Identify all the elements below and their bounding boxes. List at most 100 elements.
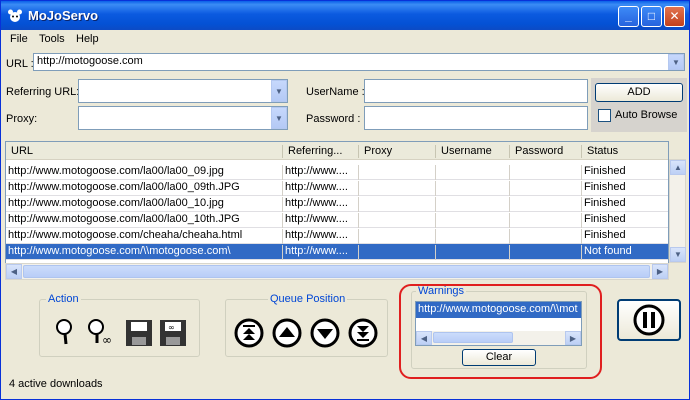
cell-url: http://www.motogoose.com/la00/la00_10.jp… — [6, 197, 283, 212]
svg-text:∞: ∞ — [102, 333, 112, 346]
cell-status: Finished — [582, 213, 668, 228]
cell-pass — [510, 213, 582, 228]
add-panel: ADD Auto Browse — [591, 78, 687, 132]
minimize-button[interactable]: _ — [618, 6, 639, 27]
cell-ref: http://www.... — [283, 197, 359, 212]
action-group: Action ∞ ∞ — [39, 293, 200, 357]
table-row[interactable]: http://www.motogoose.com/la00/la00_10.jp… — [6, 196, 668, 212]
downloads-table: URL Referring... Proxy Username Password… — [5, 141, 669, 265]
pause-icon — [633, 304, 665, 336]
pause-button[interactable] — [617, 299, 681, 341]
cell-user — [436, 197, 510, 212]
cell-ref: http://www.... — [283, 229, 359, 244]
svg-text:∞: ∞ — [168, 323, 175, 332]
cell-status: Finished — [582, 197, 668, 212]
cell-user — [436, 165, 510, 180]
app-logo-icon — [8, 9, 22, 22]
cell-pass — [510, 197, 582, 212]
url-value: http://motogoose.com — [37, 55, 143, 67]
auto-browse-label: Auto Browse — [615, 109, 678, 121]
referring-url-label: Referring URL: — [6, 86, 80, 98]
window-title: MoJoServo — [28, 8, 99, 23]
cell-user — [436, 181, 510, 196]
username-label: UserName : — [306, 86, 365, 98]
cell-pass — [510, 245, 582, 260]
cell-status: Finished — [582, 229, 668, 244]
proxy-input[interactable]: ▼ — [78, 106, 288, 130]
auto-browse-checkbox[interactable] — [598, 109, 611, 122]
maximize-button[interactable]: □ — [641, 6, 662, 27]
close-button[interactable]: ✕ — [664, 6, 685, 27]
scroll-right-icon[interactable]: ▶ — [652, 264, 668, 279]
url-label: URL : — [6, 58, 34, 70]
menu-bar: File Tools Help — [1, 30, 689, 49]
referring-url-input[interactable]: ▼ — [78, 79, 288, 103]
menu-help[interactable]: Help — [76, 33, 99, 45]
cell-status: Not found — [582, 245, 668, 260]
cell-proxy — [359, 181, 436, 196]
cell-url: http://www.motogoose.com/\\motogoose.com… — [6, 245, 283, 260]
column-header-url[interactable]: URL — [6, 145, 283, 158]
cell-ref: http://www.... — [283, 181, 359, 196]
move-bottom-icon[interactable] — [348, 318, 378, 348]
cell-pass — [510, 181, 582, 196]
cell-ref: http://www.... — [283, 245, 359, 260]
username-input[interactable] — [364, 79, 588, 103]
queue-position-title: Queue Position — [268, 293, 348, 305]
table-row[interactable]: http://www.motogoose.com/la00/la00_09.jp… — [6, 164, 668, 180]
table-vertical-scrollbar[interactable]: ▲ ▼ — [669, 159, 686, 263]
table-row[interactable]: http://www.motogoose.com/la00/la00_10th.… — [6, 212, 668, 228]
password-input[interactable] — [364, 106, 588, 130]
column-header-proxy[interactable]: Proxy — [359, 145, 436, 158]
magnifier-infinity-icon[interactable]: ∞ — [86, 316, 116, 346]
cell-user — [436, 229, 510, 244]
menu-tools[interactable]: Tools — [39, 33, 65, 45]
warnings-highlight — [399, 284, 602, 379]
cell-proxy — [359, 245, 436, 260]
cell-status: Finished — [582, 181, 668, 196]
scroll-left-icon[interactable]: ◀ — [6, 264, 22, 279]
queue-position-group: Queue Position — [225, 293, 388, 357]
cell-pass — [510, 229, 582, 244]
menu-file[interactable]: File — [10, 33, 28, 45]
cell-proxy — [359, 165, 436, 180]
column-header-password[interactable]: Password — [510, 145, 582, 158]
magnifier-icon[interactable] — [52, 316, 82, 346]
table-horizontal-scrollbar[interactable]: ◀ ▶ — [5, 263, 669, 280]
move-up-icon[interactable] — [272, 318, 302, 348]
column-header-username[interactable]: Username — [436, 145, 510, 158]
referring-dropdown-icon[interactable]: ▼ — [271, 80, 287, 102]
cell-url: http://www.motogoose.com/la00/la00_09.jp… — [6, 165, 283, 180]
cell-url: http://www.motogoose.com/la00/la00_10th.… — [6, 213, 283, 228]
column-header-status[interactable]: Status — [582, 145, 668, 158]
table-row[interactable]: http://www.motogoose.com/\\motogoose.com… — [6, 244, 668, 260]
proxy-dropdown-icon[interactable]: ▼ — [271, 107, 287, 129]
cell-ref: http://www.... — [283, 165, 359, 180]
cell-ref: http://www.... — [283, 213, 359, 228]
move-down-icon[interactable] — [310, 318, 340, 348]
action-group-title: Action — [46, 293, 81, 305]
table-header: URL Referring... Proxy Username Password… — [6, 142, 668, 160]
title-bar[interactable]: MoJoServo _ □ ✕ — [1, 1, 689, 30]
cell-url: http://www.motogoose.com/la00/la00_09th.… — [6, 181, 283, 196]
url-input[interactable]: http://motogoose.com ▼ — [33, 53, 685, 71]
scroll-up-icon[interactable]: ▲ — [670, 160, 686, 175]
column-header-referring[interactable]: Referring... — [283, 145, 359, 158]
add-button[interactable]: ADD — [595, 83, 683, 102]
url-dropdown-icon[interactable]: ▼ — [668, 54, 684, 70]
cell-user — [436, 213, 510, 228]
scroll-down-icon[interactable]: ▼ — [670, 247, 686, 262]
cell-pass — [510, 165, 582, 180]
save-all-icon[interactable]: ∞ — [158, 318, 188, 348]
scroll-thumb[interactable] — [23, 265, 650, 278]
table-row[interactable]: http://www.motogoose.com/cheaha/cheaha.h… — [6, 228, 668, 244]
move-top-icon[interactable] — [234, 318, 264, 348]
save-icon[interactable] — [124, 318, 154, 348]
cell-user — [436, 245, 510, 260]
cell-url: http://www.motogoose.com/cheaha/cheaha.h… — [6, 229, 283, 244]
cell-status: Finished — [582, 165, 668, 180]
cell-proxy — [359, 197, 436, 212]
password-label: Password : — [306, 113, 361, 125]
status-bar-text: 4 active downloads — [9, 378, 103, 390]
table-row[interactable]: http://www.motogoose.com/la00/la00_09th.… — [6, 180, 668, 196]
